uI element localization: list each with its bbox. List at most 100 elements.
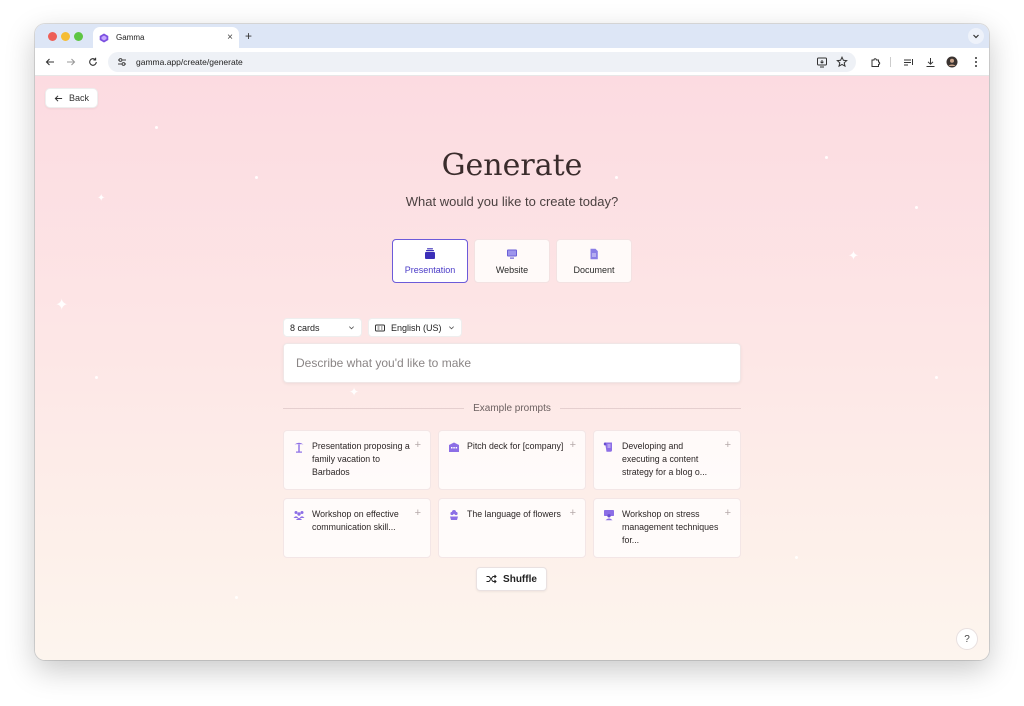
- bookmark-star-icon[interactable]: [836, 56, 848, 68]
- example-prompt-text: Workshop on stress management techniques…: [622, 509, 719, 545]
- monitor-icon: [507, 249, 517, 259]
- generation-options: 8 cards English (US): [283, 318, 462, 337]
- example-prompts-label: Example prompts: [473, 402, 551, 414]
- add-prompt-icon[interactable]: +: [725, 507, 731, 519]
- type-document[interactable]: Document: [556, 239, 632, 283]
- downloads-button[interactable]: [923, 55, 937, 69]
- sparkle-icon: ✦: [55, 297, 69, 314]
- card-count-select[interactable]: 8 cards: [283, 318, 362, 337]
- chevron-down-icon: [973, 34, 979, 39]
- profile-button[interactable]: [945, 55, 959, 69]
- example-prompt-card[interactable]: The language of flowers +: [438, 498, 586, 558]
- help-button[interactable]: ?: [956, 628, 978, 650]
- prompt-input[interactable]: [296, 356, 740, 370]
- example-prompt-card[interactable]: Workshop on stress management techniques…: [593, 498, 741, 558]
- page-title: Generate: [441, 148, 583, 183]
- shuffle-label: Shuffle: [503, 573, 537, 585]
- omnibox-actions: [816, 56, 848, 68]
- new-tab-button[interactable]: +: [245, 29, 252, 43]
- tab-close-icon[interactable]: ×: [227, 32, 233, 43]
- tab-title: Gamma: [116, 33, 145, 42]
- back-nav-button[interactable]: [43, 55, 57, 69]
- page-subtitle: What would you like to create today?: [405, 194, 619, 209]
- type-website[interactable]: Website: [474, 239, 550, 283]
- install-app-icon[interactable]: [816, 56, 828, 68]
- example-prompt-card[interactable]: Developing and executing a content strat…: [593, 430, 741, 490]
- sparkle-dot: [155, 126, 158, 129]
- scroll-icon: [603, 442, 612, 452]
- site-settings-icon[interactable]: [116, 56, 128, 68]
- language-value: English (US): [391, 322, 442, 333]
- add-prompt-icon[interactable]: +: [415, 439, 421, 451]
- generate-page: ✦ ✦ ✦ ✦ Back Generate What would you lik…: [35, 76, 989, 660]
- type-presentation[interactable]: Presentation: [392, 239, 468, 283]
- browser-window: Gamma × + gamma.app/create/generate ✦ ✦ …: [35, 24, 989, 660]
- tab-search-button[interactable]: [968, 28, 984, 44]
- gamma-logo-icon: [99, 33, 109, 42]
- document-icon: [590, 248, 598, 259]
- teacher-icon: [604, 510, 614, 521]
- reload-icon: [89, 57, 97, 66]
- toolbar-divider: [890, 57, 891, 67]
- browser-toolbar: gamma.app/create/generate: [35, 48, 989, 76]
- more-vertical-icon: [975, 57, 977, 67]
- type-label: Document: [573, 264, 615, 275]
- browser-tab[interactable]: Gamma ×: [93, 27, 239, 48]
- chevron-down-icon: [448, 326, 454, 330]
- sparkle-dot: [795, 556, 798, 559]
- type-label: Website: [495, 264, 529, 275]
- language-icon: [375, 324, 385, 331]
- example-prompt-card[interactable]: Workshop on effective communication skil…: [283, 498, 431, 558]
- reading-list-button[interactable]: [901, 55, 915, 69]
- forward-nav-button[interactable]: [64, 55, 78, 69]
- arrow-left-icon: [54, 94, 63, 102]
- arrow-right-icon: [67, 58, 76, 66]
- divider-line: [559, 407, 741, 409]
- add-prompt-icon[interactable]: +: [570, 439, 576, 451]
- example-prompt-text: Presentation proposing a family vacation…: [312, 441, 410, 477]
- shuffle-button[interactable]: Shuffle: [476, 567, 547, 591]
- palm-tree-icon: [294, 442, 304, 453]
- example-prompt-card[interactable]: Pitch deck for [company] +: [438, 430, 586, 490]
- example-prompt-card[interactable]: Presentation proposing a family vacation…: [283, 430, 431, 490]
- reload-button[interactable]: [86, 55, 100, 69]
- content-type-selector: Presentation Website Document: [392, 239, 632, 283]
- type-label: Presentation: [404, 264, 456, 275]
- extensions-button[interactable]: [868, 55, 882, 69]
- language-select[interactable]: English (US): [368, 318, 462, 337]
- example-prompt-text: Developing and executing a content strat…: [622, 441, 708, 477]
- card-count-value: 8 cards: [290, 322, 320, 333]
- building-icon: [449, 442, 459, 452]
- sparkle-dot: [95, 376, 98, 379]
- add-prompt-icon[interactable]: +: [725, 439, 731, 451]
- puzzle-icon: [871, 57, 880, 67]
- tab-strip: Gamma × +: [35, 24, 989, 48]
- maximize-window-button[interactable]: [74, 32, 83, 41]
- example-prompts-divider: Example prompts: [283, 401, 741, 415]
- sparkle-icon: ✦: [848, 248, 859, 263]
- add-prompt-icon[interactable]: +: [415, 507, 421, 519]
- example-prompts-grid: Presentation proposing a family vacation…: [283, 430, 741, 558]
- add-prompt-icon[interactable]: +: [570, 507, 576, 519]
- close-window-button[interactable]: [48, 32, 57, 41]
- example-prompt-text: Workshop on effective communication skil…: [312, 509, 399, 532]
- prompt-input-box[interactable]: [283, 343, 741, 383]
- avatar: [946, 56, 958, 68]
- help-icon: ?: [964, 633, 970, 645]
- example-prompt-text: The language of flowers: [467, 509, 561, 519]
- shuffle-icon: [486, 574, 497, 584]
- people-icon: [293, 511, 305, 520]
- queue-music-icon: [903, 58, 913, 65]
- browser-menu-button[interactable]: [969, 55, 983, 69]
- address-bar[interactable]: gamma.app/create/generate: [108, 52, 856, 72]
- example-prompt-text: Pitch deck for [company]: [467, 441, 564, 451]
- minimize-window-button[interactable]: [61, 32, 70, 41]
- sparkle-dot: [235, 596, 238, 599]
- chevron-down-icon: [349, 326, 354, 330]
- back-button[interactable]: Back: [45, 88, 99, 108]
- flower-icon: [450, 510, 458, 520]
- sparkle-icon: ✦: [349, 385, 360, 399]
- presentation-icon: [425, 247, 435, 259]
- download-icon: [926, 57, 934, 67]
- sparkle-dot: [935, 376, 938, 379]
